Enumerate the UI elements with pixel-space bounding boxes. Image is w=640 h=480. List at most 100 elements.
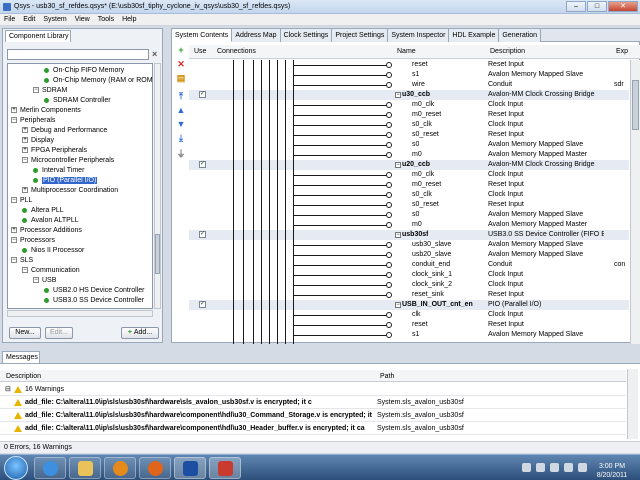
clear-search-icon[interactable]: × xyxy=(152,50,160,59)
tab-address-map[interactable]: Address Map xyxy=(232,29,281,42)
move-bottom-icon[interactable]: ⤓ xyxy=(176,133,186,143)
add-icon[interactable]: + xyxy=(176,45,186,55)
connection-endpoint[interactable] xyxy=(386,182,392,188)
collapse-icon[interactable]: − xyxy=(11,257,17,264)
collapse-icon[interactable]: − xyxy=(22,267,28,274)
connection-endpoint[interactable] xyxy=(386,82,392,88)
edit-component-button[interactable]: Edit... xyxy=(45,327,73,339)
tree-item[interactable]: − USB xyxy=(33,276,56,286)
move-up-icon[interactable]: ▲ xyxy=(176,105,186,115)
collapse-icon[interactable]: − xyxy=(395,162,401,168)
collapse-icon[interactable]: − xyxy=(11,117,17,124)
collapse-icon[interactable]: − xyxy=(33,277,39,284)
tree-item[interactable]: + Display xyxy=(22,136,54,146)
connection-endpoint[interactable] xyxy=(386,102,392,108)
maximize-button[interactable]: □ xyxy=(587,1,607,12)
expand-icon[interactable]: + xyxy=(11,227,17,234)
collapse-icon[interactable]: ⊟ xyxy=(5,383,11,396)
tree-item[interactable]: − Microcontroller Peripherals xyxy=(22,156,114,166)
scrollbar-thumb[interactable] xyxy=(155,234,160,274)
message-row[interactable]: add_file: C:\altera\11.0\ip\sls\usb30sf\… xyxy=(0,409,626,422)
library-search-input[interactable] xyxy=(7,49,149,60)
connection-endpoint[interactable] xyxy=(386,272,392,278)
tree-item[interactable]: Avalon ALTPLL xyxy=(22,216,79,226)
warnings-group-row[interactable]: ⊟ 16 Warnings xyxy=(0,383,626,396)
close-button[interactable]: ✕ xyxy=(608,1,638,12)
connections-graph[interactable] xyxy=(189,60,395,344)
volume-icon[interactable] xyxy=(578,463,587,472)
collapse-icon[interactable]: − xyxy=(395,302,401,308)
connection-endpoint[interactable] xyxy=(386,152,392,158)
tab-system-inspector[interactable]: System Inspector xyxy=(388,29,450,42)
show-hidden-icons-icon[interactable] xyxy=(522,463,531,472)
expand-icon[interactable]: + xyxy=(22,147,28,154)
connection-endpoint[interactable] xyxy=(386,192,392,198)
col-connections[interactable]: Connections xyxy=(217,48,256,55)
connection-endpoint[interactable] xyxy=(386,332,392,338)
tree-item[interactable]: − Processors xyxy=(11,236,55,246)
connection-endpoint[interactable] xyxy=(386,312,392,318)
col-message-description[interactable]: Description xyxy=(6,373,41,380)
menu-help[interactable]: Help xyxy=(118,14,140,25)
tab-messages[interactable]: Messages xyxy=(2,351,40,363)
connection-endpoint[interactable] xyxy=(386,72,392,78)
new-component-button[interactable]: New... xyxy=(9,327,41,339)
tree-item[interactable]: Interval Timer xyxy=(33,166,84,176)
tree-item[interactable]: USB2.0 HS Device Controller xyxy=(44,286,144,296)
expand-icon[interactable]: + xyxy=(11,107,17,114)
row-export[interactable]: con xyxy=(614,260,629,270)
tree-item[interactable]: SDRAM Controller xyxy=(44,96,111,106)
taskbar-media[interactable] xyxy=(104,457,136,479)
connection-endpoint[interactable] xyxy=(386,222,392,228)
tree-item[interactable]: + FPGA Peripherals xyxy=(22,146,87,156)
tree-horizontal-scrollbar[interactable] xyxy=(7,310,153,317)
menu-tools[interactable]: Tools xyxy=(94,14,118,25)
col-description[interactable]: Description xyxy=(490,48,525,55)
connection-endpoint[interactable] xyxy=(386,132,392,138)
tree-item[interactable]: − SDRAM xyxy=(33,86,67,96)
tree-item[interactable]: Altera PLL xyxy=(22,206,64,216)
col-use[interactable]: Use xyxy=(194,48,206,55)
taskbar-qsys[interactable] xyxy=(209,457,241,479)
connection-endpoint[interactable] xyxy=(386,202,392,208)
taskbar-explorer[interactable] xyxy=(69,457,101,479)
col-message-path[interactable]: Path xyxy=(380,373,394,380)
power-icon[interactable] xyxy=(564,463,573,472)
flag-icon[interactable] xyxy=(550,463,559,472)
tab-clock-settings[interactable]: Clock Settings xyxy=(280,29,333,42)
network-icon[interactable] xyxy=(536,463,545,472)
tab-project-settings[interactable]: Project Settings xyxy=(332,29,389,42)
move-down-icon[interactable]: ▼ xyxy=(176,119,186,129)
tree-item[interactable]: − PLL xyxy=(11,196,32,206)
move-top-icon[interactable]: ⤒ xyxy=(176,91,186,101)
remove-icon[interactable]: ✕ xyxy=(176,59,186,69)
collapse-icon[interactable]: − xyxy=(22,157,28,164)
tree-item[interactable]: + Merlin Components xyxy=(11,106,81,116)
collapse-icon[interactable]: − xyxy=(33,87,39,94)
tree-item[interactable]: PIO (Parallel I/O) xyxy=(33,176,98,186)
connection-endpoint[interactable] xyxy=(386,172,392,178)
expand-icon[interactable]: + xyxy=(22,137,28,144)
connection-endpoint[interactable] xyxy=(386,262,392,268)
tab-system-contents[interactable]: System Contents xyxy=(172,29,233,42)
table-vertical-scrollbar[interactable] xyxy=(630,60,640,344)
expand-icon[interactable]: + xyxy=(22,187,28,194)
collapse-icon[interactable]: − xyxy=(395,232,401,238)
tree-item[interactable]: − Peripherals xyxy=(11,116,55,126)
tree-vertical-scrollbar[interactable] xyxy=(154,63,161,309)
connection-endpoint[interactable] xyxy=(386,242,392,248)
menu-system[interactable]: System xyxy=(39,14,70,25)
tree-item[interactable]: USB3.0 SS Device Controller xyxy=(44,296,144,306)
taskbar-quartus[interactable] xyxy=(174,457,206,479)
taskbar-ie[interactable] xyxy=(34,457,66,479)
col-name[interactable]: Name xyxy=(397,48,416,55)
connection-endpoint[interactable] xyxy=(386,122,392,128)
expand-icon[interactable]: + xyxy=(22,127,28,134)
tree-item[interactable]: On-Chip Memory (RAM or ROM) xyxy=(44,76,152,86)
tab-generation[interactable]: Generation xyxy=(499,29,541,42)
connection-endpoint[interactable] xyxy=(386,282,392,288)
taskbar-firefox[interactable] xyxy=(139,457,171,479)
connection-endpoint[interactable] xyxy=(386,212,392,218)
messages-scrollbar[interactable] xyxy=(627,369,638,439)
connection-endpoint[interactable] xyxy=(386,322,392,328)
